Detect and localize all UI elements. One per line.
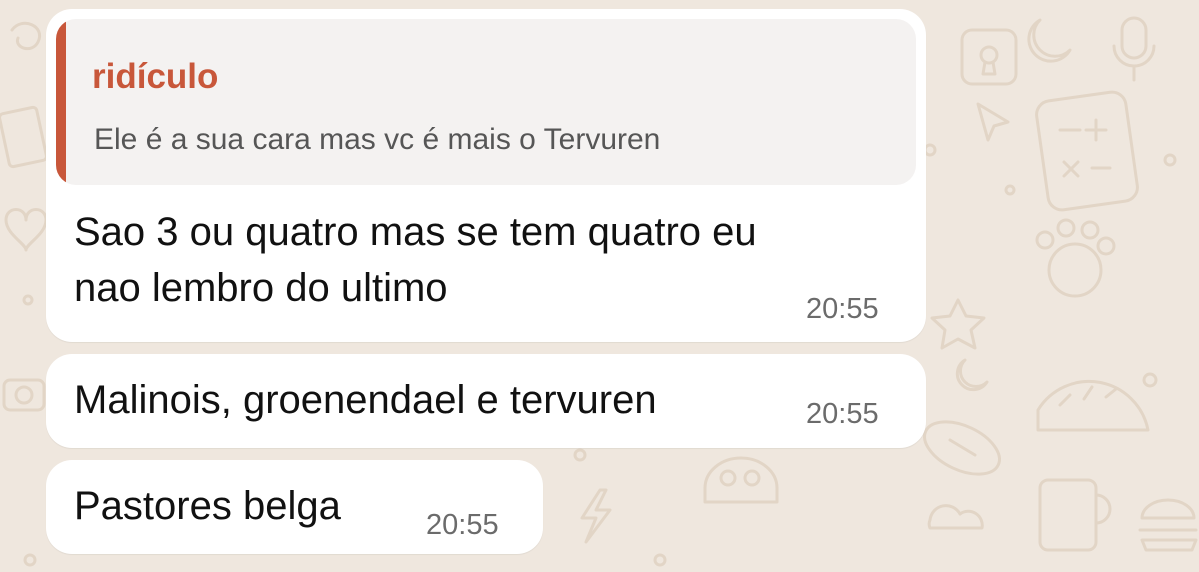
doodle-cup-icon — [1038, 478, 1112, 552]
message-line: Sao 3 ou quatro mas se tem quatro eu — [74, 210, 757, 254]
doodle-moon-small-icon — [955, 358, 989, 392]
doodle-moon-icon — [1027, 18, 1072, 63]
quoted-reply[interactable]: ridículo Ele é a sua cara mas vc é mais … — [56, 19, 916, 185]
quoted-text: Ele é a sua cara mas vc é mais o Tervure… — [94, 123, 661, 156]
doodle-alien-icon — [703, 456, 779, 504]
message-timestamp: 20:55 — [806, 293, 879, 325]
doodle-heart-icon — [4, 208, 48, 252]
doodle-microphone-icon — [1112, 16, 1156, 82]
doodle-paw-icon — [1035, 218, 1116, 298]
message-text: Sao 3 ou quatro mas se tem quatro eu nao… — [74, 204, 757, 316]
doodle-lock-icon — [960, 28, 1018, 86]
doodle-calculator-icon — [1035, 90, 1139, 212]
doodle-camera-icon — [2, 378, 46, 412]
message-text: Pastores belga — [74, 484, 341, 528]
message-bubble[interactable]: Pastores belga 20:55 — [46, 460, 543, 554]
message-text: Malinois, groenendael e tervuren — [74, 378, 657, 422]
message-bubble[interactable]: ridículo Ele é a sua cara mas vc é mais … — [46, 9, 926, 342]
doodle-pointer-icon — [976, 102, 1010, 142]
message-line: nao lembro do ultimo — [74, 266, 448, 310]
quoted-author: ridículo — [92, 57, 219, 96]
doodle-football-icon — [923, 420, 1001, 476]
doodle-lightning-icon — [580, 488, 612, 544]
message-timestamp: 20:55 — [426, 509, 499, 541]
doodle-taco-icon — [1036, 379, 1150, 432]
message-bubble[interactable]: Malinois, groenendael e tervuren 20:55 — [46, 354, 926, 448]
doodle-swirl-icon — [10, 21, 42, 51]
doodle-cloud-icon — [927, 504, 984, 530]
message-timestamp: 20:55 — [806, 398, 879, 430]
doodle-star-icon — [930, 298, 986, 350]
doodle-book-icon — [0, 105, 48, 169]
quote-accent-bar — [56, 19, 66, 185]
doodle-hamburger-icon — [1138, 498, 1198, 552]
